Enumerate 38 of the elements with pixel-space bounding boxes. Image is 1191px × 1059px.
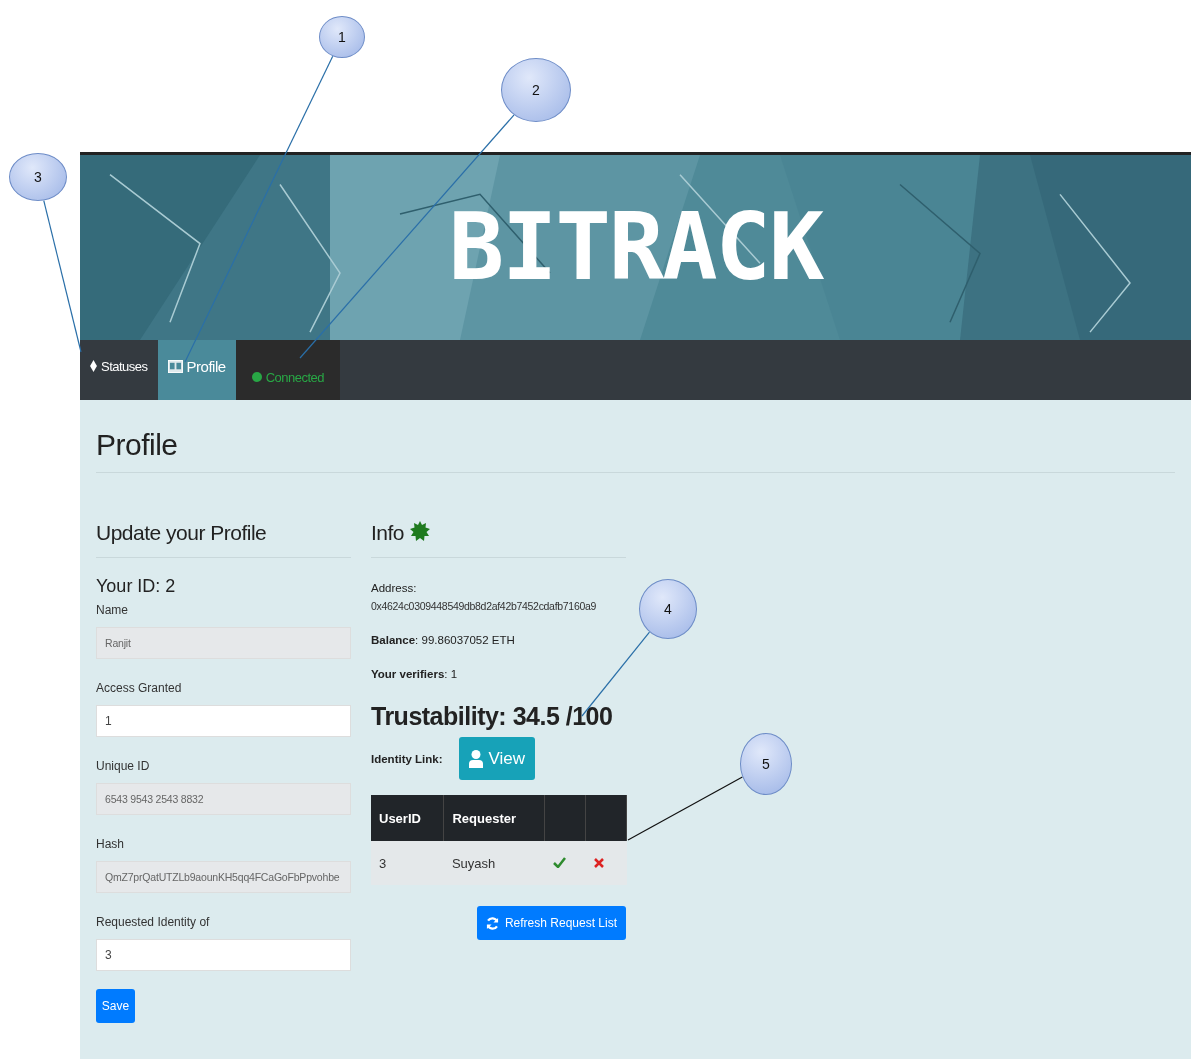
field-label: Hash bbox=[96, 837, 125, 851]
nav-tab[interactable]: Statuses bbox=[88, 340, 158, 400]
identity-link-label: Identity Link: bbox=[371, 752, 443, 765]
address-label: Address: bbox=[371, 582, 418, 594]
refresh-button[interactable]: Refresh Request List bbox=[476, 906, 626, 940]
user-icon bbox=[468, 749, 483, 768]
callout-marker: 3 bbox=[9, 153, 67, 201]
table-cell: Suyash bbox=[443, 841, 545, 885]
input-field[interactable]: 3 bbox=[96, 939, 351, 971]
column-header: UserID bbox=[371, 795, 444, 841]
page-title: Profile bbox=[96, 428, 179, 462]
nav-tab[interactable]: Profile bbox=[157, 340, 236, 400]
field-label: Requested Identity of bbox=[96, 915, 211, 929]
site-title: BITRACK bbox=[448, 194, 823, 301]
id-card-icon bbox=[167, 359, 183, 373]
field-label: Access Granted bbox=[96, 681, 183, 695]
column-header: Requester bbox=[443, 795, 545, 841]
verifiers-text: Your verifiers: 1 bbox=[371, 668, 459, 680]
save-button[interactable]: Save bbox=[96, 989, 135, 1023]
badge-icon bbox=[410, 521, 431, 541]
input-field[interactable]: 1 bbox=[96, 705, 351, 737]
diamond-icon bbox=[90, 360, 97, 372]
user-id: Your ID: 2 bbox=[96, 576, 177, 597]
view-button[interactable]: View bbox=[458, 737, 536, 780]
trustability-score: Trustability: 34.5 /100 bbox=[371, 702, 614, 731]
callout-marker: 2 bbox=[501, 58, 571, 122]
nav-tab[interactable]: Connected bbox=[235, 340, 340, 400]
balance-text: Balance: 99.86037052 ETH bbox=[371, 634, 516, 646]
refresh-icon bbox=[485, 916, 499, 930]
section-heading: Update your Profile bbox=[96, 521, 268, 545]
address-value: 0x4624c0309448549db8d2af42b7452cdafb7160a9 bbox=[371, 600, 598, 612]
field-label: Unique ID bbox=[96, 759, 151, 773]
checkmark-icon[interactable] bbox=[552, 856, 566, 868]
callout-marker: 1 bbox=[319, 16, 365, 58]
table-cell: 3 bbox=[371, 841, 444, 885]
section-heading: Info bbox=[371, 521, 405, 545]
field-label: Name bbox=[96, 603, 129, 617]
close-icon[interactable] bbox=[593, 857, 604, 868]
